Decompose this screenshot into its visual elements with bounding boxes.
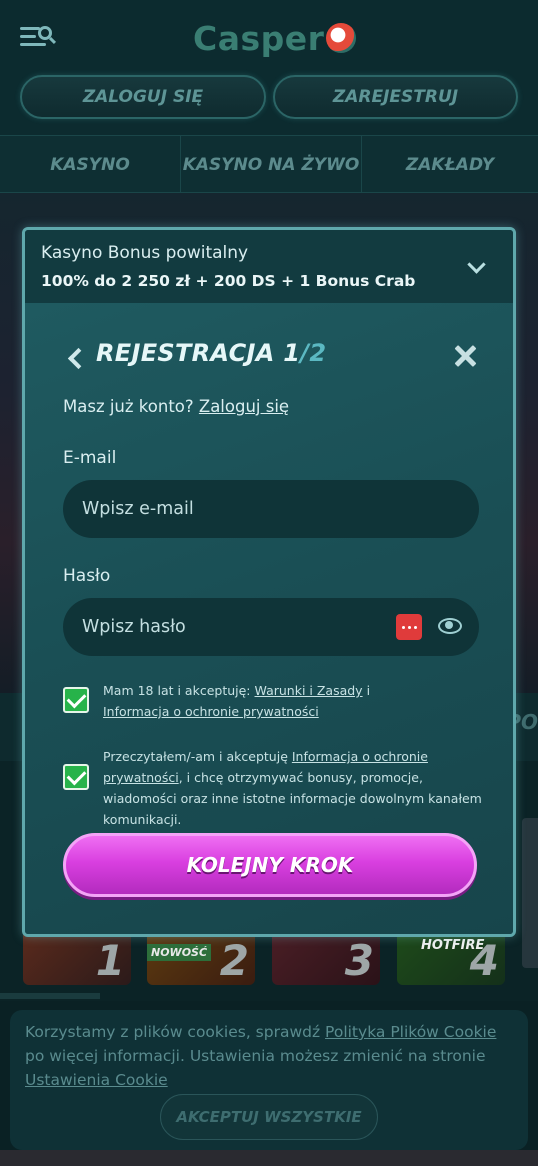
welcome-bonus-selector[interactable]: Kasyno Bonus powitalny 100% do 2 250 zł … [25,230,513,303]
current-step: 1 [283,339,301,367]
have-account-text: Masz już konto? Zaloguj się [63,397,290,416]
back-arrow-icon[interactable] [66,347,84,369]
cookie-text: Korzystamy z plików cookies, sprawdź Pol… [25,1023,497,1089]
cookie-settings-link[interactable]: Ustawienia Cookie [25,1071,168,1089]
main-nav-tabs: KASYNO KASYNO NA ŻYWO ZAKŁADY [0,135,538,194]
game-tile-partial[interactable] [522,818,538,968]
tab-live-casino[interactable]: KASYNO NA ŻYWO [180,136,362,194]
marketing-consent-checkbox[interactable] [63,764,89,790]
divider [0,993,100,999]
show-password-eye-icon[interactable] [438,617,462,634]
game-tile[interactable]: NOWOŚĆ 2 [147,930,255,985]
email-field[interactable] [63,480,479,538]
register-button[interactable]: ZAREJESTRUJ [273,75,518,119]
password-label: Hasło [63,566,111,586]
game-rank: 3 [344,936,374,985]
header: Casper ZALOGUJ SIĘ ZAREJESTRUJ [0,0,538,135]
bonus-title: Kasyno Bonus powitalny [41,243,249,263]
marketing-consent-text: Przeczytałem/-am i akceptuję Informacja … [103,749,482,827]
game-tile[interactable]: HOTFIRE 4 [397,930,505,985]
registration-form: REJESTRACJA 1/2 Masz już konto? Zaloguj … [25,303,513,934]
cookie-banner: Korzystamy z plików cookies, sprawdź Pol… [10,1010,528,1150]
bottom-bar [0,1150,538,1166]
bonus-value: 100% do 2 250 zł + 200 DS + 1 Bonus Crab [41,272,416,290]
next-step-button[interactable]: KOLEJNY KROK [63,833,477,897]
game-rank: 1 [95,936,125,985]
accept-all-cookies-button[interactable]: AKCEPTUJ WSZYSTKIE [160,1094,378,1140]
registration-title: REJESTRACJA 1/2 [96,339,327,367]
menu-search-icon[interactable] [20,24,57,52]
cookie-policy-link[interactable]: Polityka Plików Cookie [325,1023,496,1041]
tab-sports-betting[interactable]: ZAKŁADY [362,136,538,194]
login-button[interactable]: ZALOGUJ SIĘ [20,75,266,119]
chevron-down-icon[interactable] [468,258,484,274]
age-terms-consent-text: Mam 18 lat i akceptuję: Warunki i Zasady… [103,683,371,719]
age-terms-checkbox[interactable] [63,687,89,713]
total-steps: /2 [300,339,327,367]
game-tile[interactable]: 3 [272,930,380,985]
game-rank: 2 [219,936,249,985]
login-link[interactable]: Zaloguj się [199,397,289,416]
password-manager-icon[interactable] [396,614,422,640]
game-tile[interactable]: 1 [23,930,131,985]
game-rank: 4 [469,936,499,985]
terms-link[interactable]: Warunki i Zasady [255,683,363,698]
email-label: E-mail [63,448,117,468]
tab-casino[interactable]: KASYNO [0,136,180,194]
casper-logo[interactable]: Casper [193,18,357,58]
close-icon[interactable] [453,344,477,368]
privacy-link[interactable]: Informacja o ochronie prywatności [103,704,319,719]
new-badge: NOWOŚĆ [147,944,212,961]
registration-modal: Kasyno Bonus powitalny 100% do 2 250 zł … [22,227,516,937]
logo-ball-icon [326,23,357,53]
